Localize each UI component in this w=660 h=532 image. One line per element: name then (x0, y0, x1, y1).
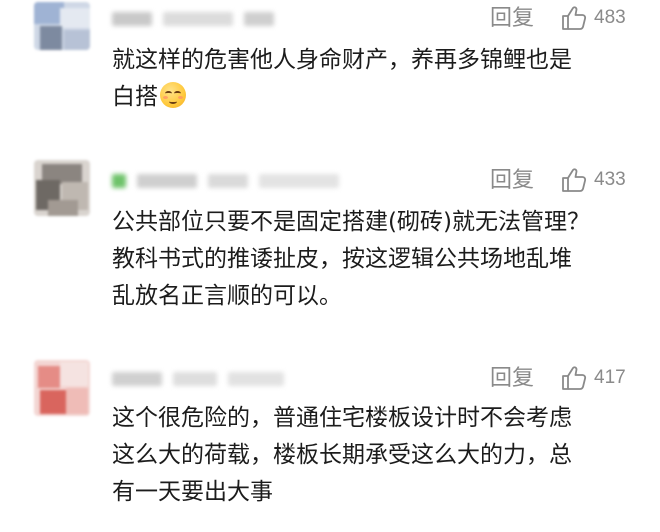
username-blurred[interactable] (112, 8, 280, 30)
comment-line: 这个很危险的，普通住宅楼板设计时不会考虑 (112, 405, 572, 431)
comment-text: 就这样的危害他人身命财产，养再多锦鲤也是 白搭 (112, 42, 632, 116)
comment-line: 就这样的危害他人身命财产，养再多锦鲤也是 (112, 47, 572, 73)
like-count: 417 (594, 367, 626, 388)
like-count: 433 (594, 169, 626, 190)
avatar[interactable] (34, 2, 90, 50)
like-count: 483 (594, 7, 626, 28)
reply-button[interactable]: 回复 (490, 366, 534, 392)
thumbs-up-icon (562, 168, 587, 192)
comment-text: 这个很危险的，普通住宅楼板设计时不会考虑 这么大的荷载，楼板长期承受这么大的力，… (112, 400, 632, 511)
username-blurred[interactable] (112, 368, 290, 390)
like-button[interactable]: 433 (560, 166, 626, 194)
reply-button[interactable]: 回复 (490, 168, 534, 194)
comment-line: 乱放名正言顺的可以。 (112, 283, 342, 309)
comment-line: 教科书式的推诿扯皮，按这逻辑公共场地乱堆 (112, 246, 572, 272)
comment-line: 白搭 (112, 84, 158, 110)
comment-text: 公共部位只要不是固定搭建(砌砖)就无法管理？ 教科书式的推诿扯皮，按这逻辑公共场… (112, 204, 632, 315)
relieved-face-emoji-icon (160, 82, 186, 108)
like-button[interactable]: 417 (560, 364, 626, 392)
username-blurred[interactable] (112, 170, 345, 192)
comment-line: 这么大的荷载，楼板长期承受这么大的力，总 (112, 442, 572, 468)
thumbs-up-icon (562, 6, 587, 30)
avatar[interactable] (34, 160, 90, 216)
reply-button[interactable]: 回复 (490, 6, 534, 32)
comment-line: 有一天要出大事 (112, 479, 273, 505)
like-button[interactable]: 483 (560, 4, 626, 32)
comment-line-with-emoji: 白搭 (112, 79, 632, 116)
thumbs-up-icon (562, 366, 587, 390)
avatar[interactable] (34, 360, 90, 416)
comment-line: 公共部位只要不是固定搭建(砌砖)就无法管理？ (112, 209, 590, 235)
